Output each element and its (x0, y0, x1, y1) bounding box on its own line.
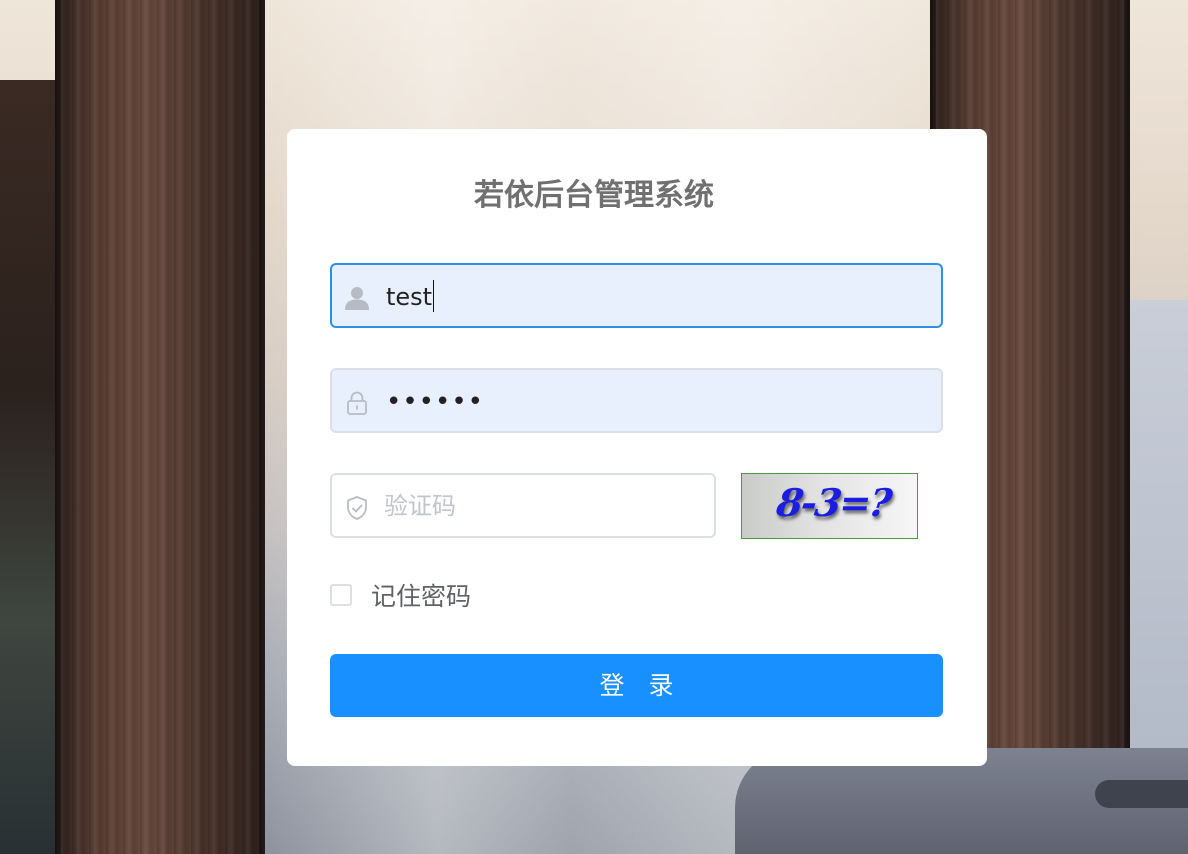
text-cursor (433, 280, 435, 312)
password-field[interactable]: •••••• (330, 368, 943, 433)
username-value[interactable]: test (386, 265, 435, 330)
page-title: 若依后台管理系统 (474, 178, 714, 213)
lock-icon (344, 390, 370, 416)
remember-me-label[interactable]: 记住密码 (371, 577, 471, 613)
captcha-text: 8-3=? (773, 480, 893, 525)
remember-me-checkbox[interactable] (330, 584, 352, 606)
user-icon (344, 285, 370, 311)
username-field[interactable]: test (330, 263, 943, 328)
password-value[interactable]: •••••• (386, 370, 484, 435)
remember-me[interactable]: 记住密码 (330, 577, 471, 613)
shield-check-icon (344, 495, 370, 521)
login-button[interactable]: 登 录 (330, 654, 943, 717)
captcha-input[interactable] (384, 475, 684, 536)
captcha-field[interactable] (330, 473, 716, 538)
captcha-image[interactable]: 8-3=? (741, 473, 918, 539)
